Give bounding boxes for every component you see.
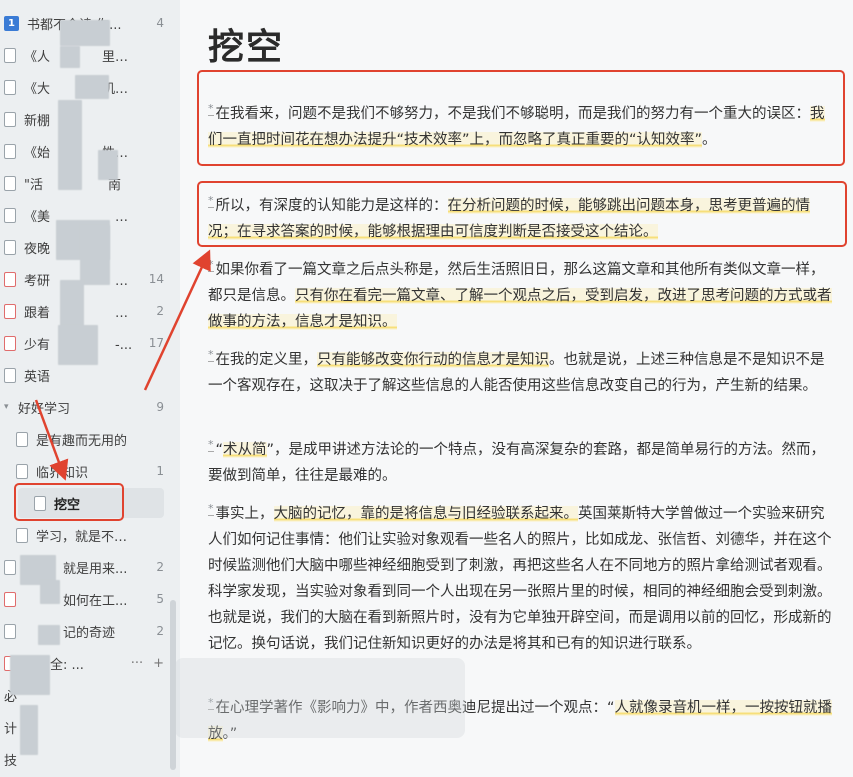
sidebar-item[interactable]: 挖空 (18, 488, 164, 518)
document-icon (4, 559, 16, 575)
sidebar-item-count: 2 (156, 304, 164, 318)
sidebar-item[interactable]: 如何在工... 5 (0, 584, 172, 614)
cloze-marker-icon[interactable]: * (208, 258, 214, 272)
paragraph[interactable]: * 在我看来，问题不是我们不够努力，不是我们不够聪明，而是我们的努力有一个重大的误… (208, 96, 832, 153)
sidebar-item[interactable]: 《始 性主... (0, 136, 172, 166)
sidebar-item-label: 是有趣而无用的 (36, 433, 128, 449)
privacy-blur (20, 705, 38, 755)
privacy-blur (58, 325, 98, 365)
sidebar-item-label: 临界知识 (36, 465, 89, 481)
document-icon (4, 335, 16, 351)
sidebar-item-count: 2 (156, 560, 164, 574)
paragraph-text: 所以，有深度的认知能力是这样的： (215, 197, 448, 214)
document-icon (34, 495, 46, 511)
highlighted-text: 术从简 (223, 441, 267, 458)
paragraph-text: “ (215, 441, 224, 458)
page-title: 挖空 (208, 27, 285, 68)
cloze-marker-icon[interactable]: * (208, 194, 214, 208)
sidebar-item-count: 14 (148, 272, 164, 286)
privacy-blur (98, 150, 118, 180)
privacy-blur (58, 100, 82, 190)
privacy-blur (10, 655, 50, 695)
document-icon (4, 271, 16, 287)
sidebar-item[interactable]: 新棚 (0, 104, 172, 134)
highlighted-text: 只有能够改变你行动的信息才是知识 (317, 351, 549, 368)
sidebar-item-label: 学习，就是不断调... (36, 529, 134, 545)
document-icon (16, 463, 28, 479)
paragraph-text: ”，是成甲讲述方法论的一个特点，没有高深复杂的套路，都是简单易行的方法。然而，要… (208, 441, 826, 484)
privacy-blur (60, 46, 80, 68)
document-icon (4, 79, 16, 95)
paragraph[interactable]: * “术从简”，是成甲讲述方法论的一个特点，没有高深复杂的套路，都是简单易行的方法… (208, 432, 832, 489)
sidebar-item-count: 4 (156, 16, 164, 30)
highlighted-text: 只有你在看完一篇文章、了解一个观点之后，受到启发，改进了思考问题的方式或者做事的… (208, 287, 832, 330)
privacy-blur (38, 625, 60, 645)
paragraph[interactable]: * 如果你看了一篇文章之后点头称是，然后生活照旧日，那么这篇文章和其他所有类似文章… (208, 252, 832, 335)
paragraph-text: 英国莱斯特大学曾做过一个实验来研究人们如何记住事情：他们让实验对象观看一些名人的… (208, 505, 832, 652)
document-icon (4, 367, 16, 383)
add-page-icon[interactable]: + (153, 656, 164, 671)
sidebar-item-label: 挖空 (54, 497, 81, 513)
highlighted-text: 大脑的记忆，靠的是将信息与旧经验联系起来。 (273, 505, 578, 522)
sidebar-item-label: 好好学习 (18, 401, 71, 417)
document-icon (16, 527, 28, 543)
sidebar-item-count: 1 (156, 464, 164, 478)
paragraph-text: 事实上， (215, 505, 274, 522)
cloze-marker-icon[interactable]: * (208, 102, 214, 116)
document-icon (4, 143, 16, 159)
privacy-blur (75, 75, 109, 99)
sidebar-item-count: 9 (156, 400, 164, 414)
paragraph-text: 。 (702, 131, 717, 148)
document-icon (4, 47, 16, 63)
numbered-notebook-icon: 1 (4, 15, 19, 31)
document-icon (4, 591, 16, 607)
cloze-marker-icon[interactable]: * (208, 438, 214, 452)
sidebar-item-count: 17 (148, 336, 164, 350)
paragraph[interactable]: * 事实上，大脑的记忆，靠的是将信息与旧经验联系起来。英国莱斯特大学曾做过一个实验… (208, 496, 832, 657)
document-icon (4, 239, 16, 255)
sidebar-item[interactable]: 是有趣而无用的 (0, 424, 172, 454)
sidebar-item[interactable]: ▾ 好好学习 9 (0, 392, 172, 422)
paragraph-text: 在我看来，问题不是我们不够努力，不是我们不够聪明，而是我们的努力有一个重大的误区… (215, 105, 811, 122)
chevron-down-icon[interactable]: ▾ (4, 402, 14, 412)
sidebar-item[interactable]: 记的奇迹 2 (0, 616, 172, 646)
sidebar-item-count: 5 (156, 592, 164, 606)
sidebar-item-count: 2 (156, 624, 164, 638)
privacy-blur (40, 580, 60, 604)
sidebar-item-label: 英语 (24, 369, 51, 385)
document-icon (16, 431, 28, 447)
cloze-marker-icon[interactable]: * (208, 348, 214, 362)
document-icon (4, 303, 16, 319)
paragraph[interactable]: * 所以，有深度的认知能力是这样的：在分析问题的时候，能够跳出问题本身，思考更普遍… (208, 188, 832, 245)
privacy-blur (80, 225, 110, 285)
cloze-marker-icon[interactable]: * (208, 502, 214, 516)
sidebar-item[interactable]: 临界知识 1 (0, 456, 172, 486)
privacy-blur (60, 20, 110, 46)
hover-tooltip-overlay (175, 658, 465, 738)
document-icon (4, 207, 16, 223)
sidebar-item[interactable]: 学习，就是不断调... (0, 520, 172, 550)
sidebar-item[interactable]: "活 南 (0, 168, 172, 198)
sidebar-item[interactable]: 跟着 课...2 (0, 296, 172, 326)
paragraph[interactable]: * 在我的定义里，只有能够改变你行动的信息才是知识。也就是说，上述三种信息是不是知… (208, 342, 832, 399)
document-icon (4, 623, 16, 639)
document-icon (4, 175, 16, 191)
document-icon (4, 111, 16, 127)
paragraph-text: 在我的定义里， (215, 351, 318, 368)
more-options-icon[interactable]: ··· (131, 656, 143, 671)
sidebar: 1书都不会读 你...4《人 里管祺...《大 机遇》...新棚《始 性主...… (0, 0, 180, 777)
